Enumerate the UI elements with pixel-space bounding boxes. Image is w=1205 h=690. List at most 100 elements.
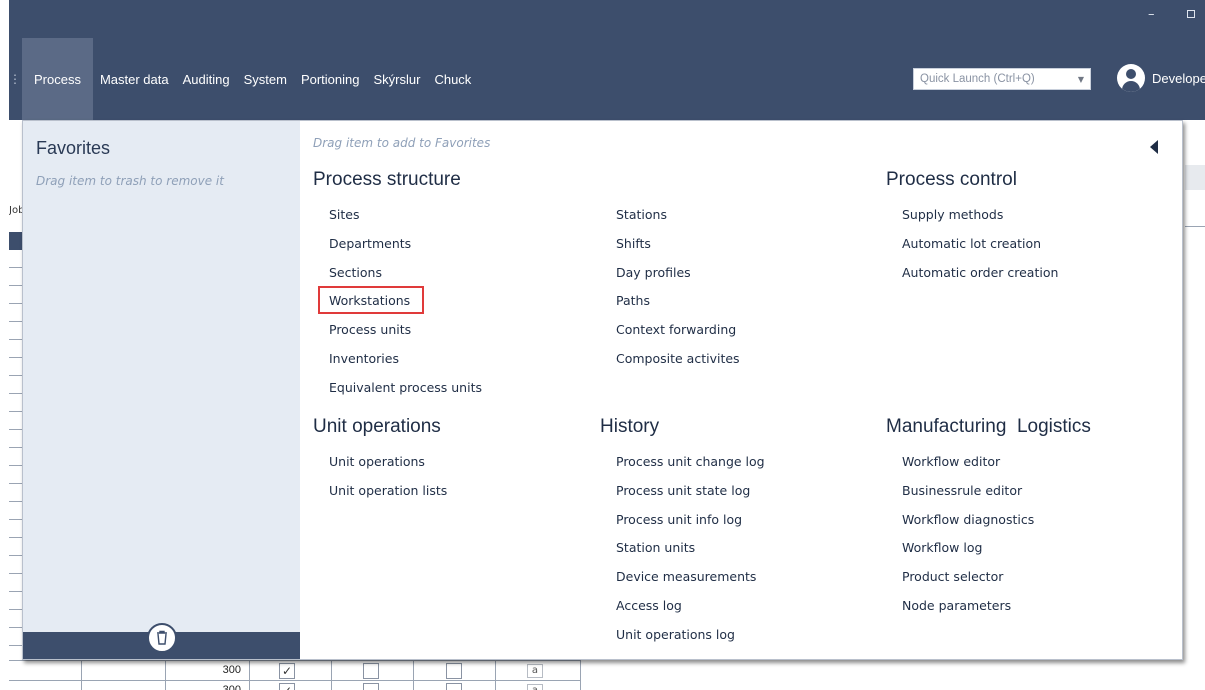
background-tab (1185, 165, 1205, 190)
process-dropdown-panel: Favorites Drag item to trash to remove i… (22, 120, 1183, 660)
link-process-unit-info-log[interactable]: Process unit info log (616, 506, 876, 535)
avatar-head (1126, 69, 1136, 79)
grid-cell (413, 681, 414, 690)
row-checkbox[interactable] (363, 683, 379, 690)
grid-cell (331, 661, 332, 681)
link-context-forwarding[interactable]: Context forwarding (616, 316, 876, 345)
grid-column-header-job: Job (9, 205, 23, 216)
link-product-selector[interactable]: Product selector (902, 563, 1162, 592)
trash-icon[interactable] (147, 623, 177, 653)
link-sections[interactable]: Sections (329, 259, 589, 288)
link-device-measurements[interactable]: Device measurements (616, 563, 876, 592)
app-window: – ⋮ Process Master data Auditing System … (0, 0, 1205, 690)
history-list: Process unit change log Process unit sta… (616, 448, 876, 650)
grid-cell (81, 661, 82, 681)
grid-cell (249, 681, 250, 690)
link-node-parameters[interactable]: Node parameters (902, 592, 1162, 621)
link-sites[interactable]: Sites (329, 201, 589, 230)
favorites-pane: Favorites Drag item to trash to remove i… (23, 121, 300, 659)
window-left-edge (0, 0, 9, 690)
menu-master-data[interactable]: Master data (93, 38, 176, 120)
link-departments[interactable]: Departments (329, 230, 589, 259)
link-unit-operations[interactable]: Unit operations (329, 448, 589, 477)
favorites-title: Favorites (36, 138, 111, 158)
table-row[interactable]: 300 ✓ a (9, 680, 581, 690)
manufacturing-logistics-list: Workflow editor Businessrule editor Work… (902, 448, 1162, 621)
link-supply-methods[interactable]: Supply methods (902, 201, 1162, 230)
workstations-highlight (318, 286, 424, 314)
row-checkbox[interactable] (363, 663, 379, 679)
row-text-icon[interactable]: a (527, 684, 543, 690)
link-automatic-order-creation[interactable]: Automatic order creation (902, 259, 1162, 288)
link-equivalent-process-units[interactable]: Equivalent process units (329, 374, 589, 403)
process-control-list: Supply methods Automatic lot creation Au… (902, 201, 1162, 287)
menu-chuck[interactable]: Chuck (427, 38, 478, 120)
minimize-button[interactable]: – (1148, 8, 1160, 22)
menu-process[interactable]: Process (22, 38, 93, 120)
drag-hint: Drag item to add to Favorites (313, 136, 491, 150)
link-businessrule-editor[interactable]: Businessrule editor (902, 477, 1162, 506)
link-process-unit-state-log[interactable]: Process unit state log (616, 477, 876, 506)
quick-launch-placeholder[interactable]: Quick Launch (Ctrl+Q) (920, 73, 1072, 85)
menu-system[interactable]: System (237, 38, 294, 120)
table-row[interactable]: 300 ✓ a (9, 660, 581, 681)
link-stations[interactable]: Stations (616, 201, 876, 230)
link-shifts[interactable]: Shifts (616, 230, 876, 259)
menu-grip-icon: ⋮ (9, 72, 21, 86)
trash-glyph (157, 630, 167, 645)
grid-row-stubs (9, 250, 23, 658)
grid-cell (495, 661, 496, 681)
link-station-units[interactable]: Station units (616, 534, 876, 563)
menu-skyrslur[interactable]: Skýrslur (367, 38, 428, 120)
grid-cell (249, 661, 250, 681)
grid-cell (413, 661, 414, 681)
maximize-button[interactable] (1187, 10, 1195, 18)
link-workflow-log[interactable]: Workflow log (902, 534, 1162, 563)
row-text-icon[interactable]: a (527, 664, 543, 678)
link-inventories[interactable]: Inventories (329, 345, 589, 374)
main-menu-bar: Process Master data Auditing System Port… (22, 38, 478, 120)
section-title-process-structure: Process structure (313, 169, 461, 190)
grid-cell (580, 681, 581, 690)
section-title-manufacturing-logistics: Manufacturing Logistics (886, 416, 1091, 437)
row-value: 300 (222, 684, 241, 690)
grid-selected-row (9, 232, 23, 250)
chevron-down-icon[interactable]: ▼ (1072, 75, 1090, 84)
link-unit-operation-lists[interactable]: Unit operation lists (329, 477, 589, 506)
menu-auditing[interactable]: Auditing (176, 38, 237, 120)
link-access-log[interactable]: Access log (616, 592, 876, 621)
row-checkbox-checked[interactable]: ✓ (279, 663, 295, 679)
background-grid: 300 ✓ a 300 ✓ a (9, 660, 581, 690)
quick-launch-box[interactable]: Quick Launch (Ctrl+Q) ▼ (913, 68, 1091, 90)
link-process-unit-change-log[interactable]: Process unit change log (616, 448, 876, 477)
unit-operations-list: Unit operations Unit operation lists (329, 448, 589, 506)
link-unit-operations-log[interactable]: Unit operations log (616, 621, 876, 650)
link-workflow-diagnostics[interactable]: Workflow diagnostics (902, 506, 1162, 535)
link-day-profiles[interactable]: Day profiles (616, 259, 876, 288)
row-value: 300 (222, 664, 241, 676)
grid-cell (81, 681, 82, 690)
user-avatar-icon[interactable] (1117, 64, 1145, 92)
row-checkbox[interactable] (446, 683, 462, 690)
section-title-unit-operations: Unit operations (313, 416, 441, 437)
favorites-hint: Drag item to trash to remove it (36, 174, 224, 188)
link-process-units[interactable]: Process units (329, 316, 589, 345)
row-checkbox-checked[interactable]: ✓ (279, 683, 295, 690)
link-workflow-editor[interactable]: Workflow editor (902, 448, 1162, 477)
grid-cell (495, 681, 496, 690)
menu-portioning[interactable]: Portioning (294, 38, 367, 120)
section-title-history: History (600, 416, 660, 437)
grid-cell (331, 681, 332, 690)
row-checkbox[interactable] (446, 663, 462, 679)
section-title-process-control: Process control (886, 169, 1017, 190)
background-divider (1185, 226, 1205, 227)
link-paths[interactable]: Paths (616, 287, 876, 316)
user-name[interactable]: Develope (1152, 71, 1205, 86)
process-structure-col2: Stations Shifts Day profiles Paths Conte… (616, 201, 876, 374)
collapse-left-arrow-icon[interactable] (1147, 138, 1161, 156)
title-bar: – ⋮ Process Master data Auditing System … (0, 0, 1205, 120)
link-composite-activites[interactable]: Composite activites (616, 345, 876, 374)
avatar-body (1122, 81, 1140, 92)
link-automatic-lot-creation[interactable]: Automatic lot creation (902, 230, 1162, 259)
grid-cell (580, 661, 581, 681)
